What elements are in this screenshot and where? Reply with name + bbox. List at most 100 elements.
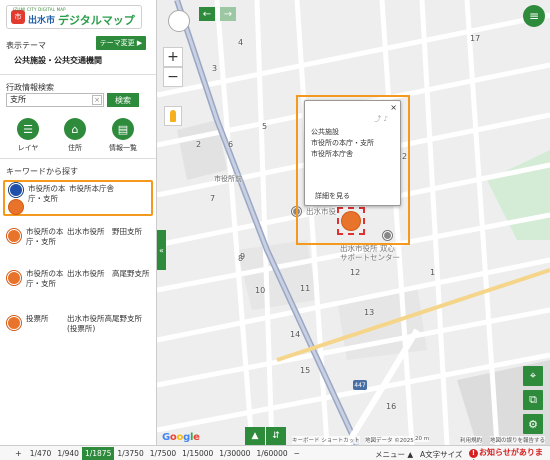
block-number: 5 (262, 122, 268, 131)
list-icon: ▤ (117, 122, 129, 136)
search-input[interactable]: 支所 (6, 93, 104, 107)
layer-label: レイヤ (17, 144, 39, 152)
theme-label: 表示テーマ (6, 41, 46, 50)
close-icon[interactable]: × (390, 103, 397, 112)
zoom-out-button[interactable]: − (163, 67, 183, 87)
block-number: 11 (300, 284, 311, 293)
result-item[interactable]: 市役所の本庁・支所 市役所本庁舎 (3, 180, 153, 216)
logo-title: デジタルマップ (58, 13, 135, 27)
scale-option[interactable]: 1/15000 (179, 447, 216, 460)
google-logo: Google (162, 432, 200, 443)
report-error-link[interactable]: 地図の誤りを報告する (490, 436, 546, 444)
scale-zoom-in[interactable]: + (12, 447, 25, 460)
scale-zoom-out[interactable]: − (291, 447, 303, 460)
route-up-button[interactable]: ▲ (245, 427, 265, 445)
forward-button[interactable]: → (220, 7, 236, 21)
result-category: 市役所の本庁・支所 (28, 184, 66, 203)
route-shield: 447 (353, 380, 367, 390)
block-number: 17 (470, 34, 481, 43)
scale-option[interactable]: 1/30000 (216, 447, 253, 460)
font-size-label: 文字サイズ (425, 450, 463, 459)
city-emblem-icon: 市 (11, 10, 25, 24)
layers-toggle-button[interactable]: ⧉ (523, 390, 543, 410)
scale-option-active[interactable]: 1/1875 (81, 446, 115, 460)
scale-option[interactable]: 1/470 (27, 447, 55, 460)
layer-icon: ☰ (23, 122, 33, 136)
gear-icon: ⚙ (528, 417, 538, 431)
block-number: 2 (196, 140, 202, 149)
block-number: 4 (238, 38, 244, 47)
crosshair-icon: ⌖ (529, 369, 537, 382)
result-name: 市役所本庁舎 (69, 184, 114, 193)
result-item[interactable]: 市役所の本庁・支所 出水市役所 野田支所 (3, 225, 153, 261)
address-button[interactable]: ⌂ (64, 118, 86, 140)
back-button[interactable]: ← (199, 7, 215, 21)
search-button[interactable]: 検索 (107, 93, 139, 107)
zoom-in-button[interactable]: + (163, 47, 183, 67)
scale-option[interactable]: 1/7500 (147, 447, 179, 460)
footer-menu-button[interactable]: メニュー ▲ (375, 449, 413, 460)
block-number: 1 (430, 268, 436, 277)
font-size-button[interactable]: A文字サイズ (420, 449, 462, 460)
street-view-pegman-icon[interactable] (164, 106, 182, 126)
city-office-icon (7, 229, 21, 243)
notice-link[interactable]: !お知らせがあります。 (469, 447, 550, 460)
scale-option[interactable]: 1/940 (54, 447, 82, 460)
info-popup: × ⤴ ♪ 公共施設 市役所の本庁・支所 市役所本庁舎 詳細を見る (304, 100, 401, 206)
scale-option[interactable]: 1/60000 (253, 447, 290, 460)
block-number: 3 (212, 64, 218, 73)
result-name: 出水市役所 高尾野支所 (67, 269, 150, 278)
result-item[interactable]: 市役所の本庁・支所 出水市役所 高尾野支所 (3, 267, 153, 303)
result-item[interactable]: 投票所 出水市役所高尾野支所(投票所) (3, 312, 153, 348)
result-name: 出水市役所 野田支所 (67, 227, 142, 236)
terms-link[interactable]: 利用規約 (460, 436, 483, 444)
keyword-label: キーワードから探す (6, 167, 78, 176)
map-scale-label: 20 m (415, 436, 430, 442)
support-center-label: 出水市役所 双心 サポートセンター (340, 244, 400, 262)
notice-text: お知らせがあります。 (469, 448, 543, 460)
map-data-credit: 地図データ ©2025 (365, 436, 414, 444)
road-label: 市役所前 (214, 175, 242, 183)
block-number: 16 (386, 402, 397, 411)
info-list-button[interactable]: ▤ (112, 118, 134, 140)
block-number: 7 (210, 194, 216, 203)
scale-selector: + 1/470 1/940 1/1875 1/3750 1/7500 1/150… (0, 445, 550, 460)
divider (0, 158, 156, 159)
search-label: 行政情報検索 (6, 83, 54, 92)
sidebar-collapse-button[interactable]: « (157, 230, 166, 270)
block-number: 13 (364, 308, 375, 317)
current-location-icon (9, 183, 23, 197)
info-list-label: 情報一覧 (109, 144, 137, 152)
scale-option[interactable]: 1/3750 (114, 447, 146, 460)
detail-link[interactable]: 詳細を見る (315, 191, 350, 201)
block-number: 15 (300, 366, 311, 375)
popup-tools[interactable]: ⤴ ♪ (374, 114, 388, 124)
keyboard-shortcuts-link[interactable]: キーボード ショートカット (292, 436, 360, 444)
popup-subcategory: 市役所の本庁・支所 (311, 139, 374, 147)
result-category: 市役所の本庁・支所 (26, 269, 64, 288)
theme-change-button[interactable]: テーマ変更 ▶ (96, 36, 146, 50)
layer-button[interactable]: ☰ (17, 118, 39, 140)
compass-control[interactable] (168, 10, 190, 32)
popup-category: 公共施設 (311, 128, 339, 136)
block-number: 6 (228, 140, 234, 149)
main-menu-button[interactable]: ≡ (523, 5, 545, 27)
block-number: 10 (255, 286, 266, 295)
site-logo[interactable]: IZUMI CITY DIGITAL MAP 市 出水市 デジタルマップ (6, 5, 142, 29)
copy-icon: ⧉ (529, 393, 537, 406)
settings-button[interactable]: ⚙ (523, 414, 543, 434)
block-number: 9 (240, 252, 246, 261)
result-category: 市役所の本庁・支所 (26, 227, 64, 246)
block-number: 14 (290, 330, 301, 339)
search-clear-icon[interactable]: × (92, 95, 102, 105)
polling-station-icon (7, 316, 21, 330)
current-theme: 公共施設・公共交通機関 (14, 56, 102, 65)
result-name: 出水市役所高尾野支所(投票所) (67, 314, 142, 333)
home-icon: ⌂ (71, 122, 79, 136)
route-down-button[interactable]: ⇵ (266, 427, 286, 445)
popup-name: 市役所本庁舎 (311, 150, 353, 158)
address-label: 住所 (68, 144, 82, 152)
city-office-icon (9, 200, 23, 214)
city-office-icon (7, 271, 21, 285)
locate-button[interactable]: ⌖ (523, 366, 543, 386)
